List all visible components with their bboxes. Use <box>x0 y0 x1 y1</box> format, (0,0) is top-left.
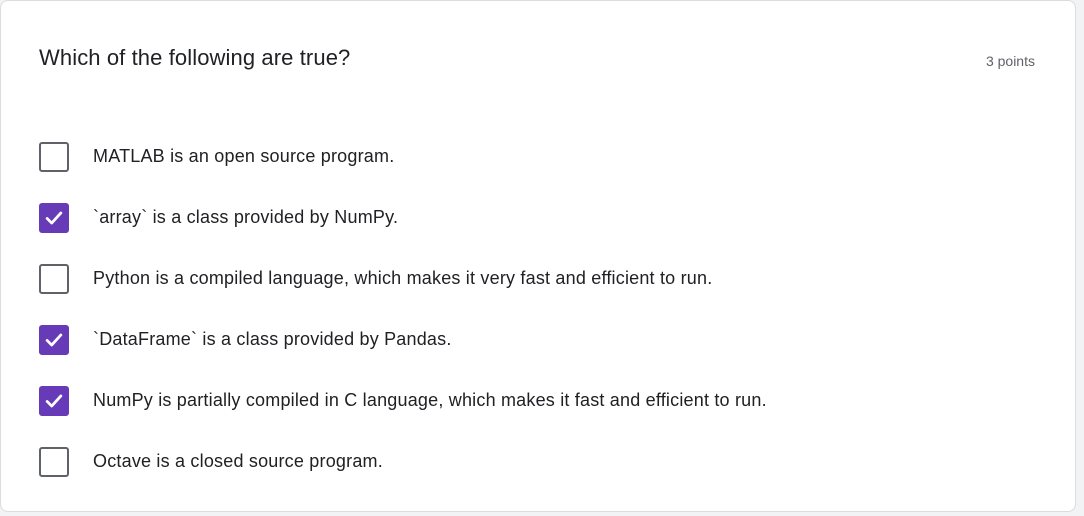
checkbox[interactable] <box>39 446 69 477</box>
checkbox[interactable] <box>39 141 69 172</box>
checkmark-icon <box>45 394 63 407</box>
option-label: `array` is a class provided by NumPy. <box>93 207 399 227</box>
checkmark-icon <box>45 333 63 346</box>
checkbox[interactable] <box>39 385 69 416</box>
checkmark-icon <box>45 211 63 224</box>
option-1[interactable]: MATLAB is an open source program. <box>39 126 1035 187</box>
checkbox[interactable] <box>39 324 69 355</box>
option-label: MATLAB is an open source program. <box>93 146 395 166</box>
checkbox[interactable] <box>39 202 69 233</box>
option-5[interactable]: NumPy is partially compiled in C languag… <box>39 370 1035 431</box>
question-points: 3 points <box>985 53 1035 69</box>
option-2[interactable]: `array` is a class provided by NumPy. <box>39 187 1035 248</box>
option-label: NumPy is partially compiled in C languag… <box>93 390 767 410</box>
options-list: MATLAB is an open source program. `array… <box>39 126 1035 492</box>
option-4[interactable]: `DataFrame` is a class provided by Panda… <box>39 309 1035 370</box>
question-title: Which of the following are true? <box>39 45 351 70</box>
question-card: Which of the following are true? 3 point… <box>0 0 1076 512</box>
option-label: Octave is a closed source program. <box>93 451 383 471</box>
option-label: Python is a compiled language, which mak… <box>93 268 713 288</box>
option-label: `DataFrame` is a class provided by Panda… <box>93 329 452 349</box>
option-3[interactable]: Python is a compiled language, which mak… <box>39 248 1035 309</box>
option-6[interactable]: Octave is a closed source program. <box>39 431 1035 492</box>
question-header: Which of the following are true? 3 point… <box>39 45 1035 79</box>
checkbox[interactable] <box>39 263 69 294</box>
